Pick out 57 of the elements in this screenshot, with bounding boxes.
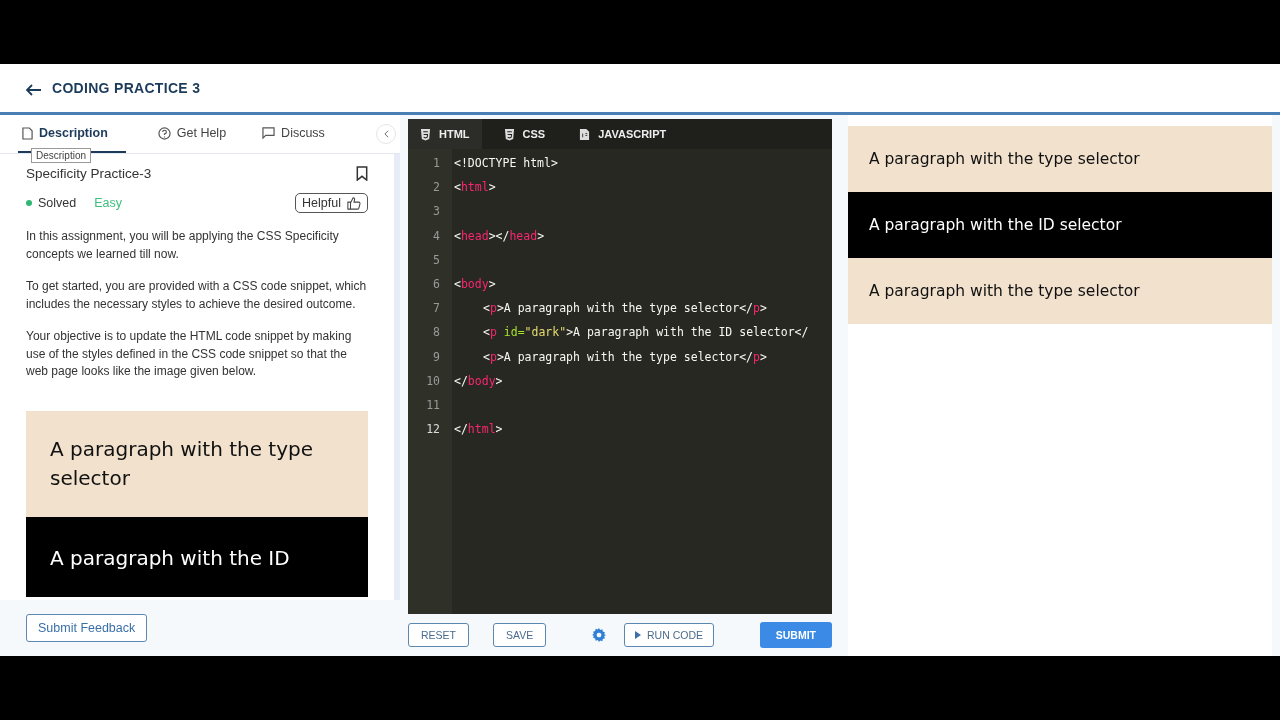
editor-button[interactable]: SAVE [493, 623, 547, 647]
thumbs-up-icon [347, 196, 361, 210]
code-line: <body> [454, 277, 496, 292]
description-paragraph: To get started, you are provided with a CSS code snippet, which includes the necessary styles to achieve the desired outcome. [26, 278, 368, 313]
bookmark-icon[interactable] [356, 166, 368, 181]
line-number: 2 [432, 180, 440, 195]
panel-tab[interactable]: Discuss [258, 115, 329, 153]
description-paragraph: Your objective is to update the HTML code snippet by making use of the styles defined in the CSS code snippet so that the web page looks like the image given below. [26, 328, 353, 380]
line-number: 5 [432, 252, 440, 267]
help-icon [157, 126, 171, 140]
status-label: Solved [38, 196, 77, 210]
submit-feedback-button[interactable]: Submit Feedback [26, 614, 148, 642]
code-line: <p>A paragraph with the type selector</p> [483, 349, 767, 364]
line-number: 6 [432, 277, 440, 292]
line-number: 4 [432, 228, 440, 243]
code-line: </body> [454, 373, 503, 388]
editor-button[interactable]: RESET [408, 623, 469, 647]
run-code-button[interactable]: RUN CODE [624, 623, 714, 647]
language-tab[interactable]: JAVASCRIPT [567, 119, 679, 149]
status-dot [26, 200, 32, 206]
code-line: <p id="dark">A paragraph with the ID selector</ [483, 325, 809, 340]
line-number: 10 [425, 373, 440, 388]
line-number: 7 [432, 301, 440, 316]
page-title: CODING PRACTICE 3 [52, 80, 201, 96]
play-icon [635, 631, 641, 639]
shield-icon [420, 127, 431, 141]
tooltip: Description [31, 148, 92, 163]
problem-title: Specificity Practice-3 [26, 166, 152, 181]
language-tab[interactable]: HTML [408, 119, 482, 149]
preview-paragraph: A paragraph with the type selector [848, 258, 1272, 324]
line-number: 9 [432, 349, 440, 364]
submit-button[interactable]: SUBMIT [759, 622, 832, 648]
preview-paragraph: A paragraph with the ID selector [848, 192, 1272, 258]
settings-icon[interactable] [592, 628, 606, 642]
chat-icon [262, 127, 276, 139]
line-number: 8 [432, 325, 440, 340]
file-icon [579, 127, 591, 141]
description-paragraph: In this assignment, you will be applying the CSS Specificity concepts we learned till now. [26, 228, 340, 263]
back-arrow-icon[interactable] [26, 84, 42, 96]
sample-block: A paragraph with the ID [26, 516, 368, 597]
code-line: <html> [454, 180, 496, 195]
code-line: </html> [454, 422, 503, 437]
document-icon [22, 126, 33, 140]
language-tab[interactable]: CSS [491, 119, 558, 149]
preview-paragraph: A paragraph with the type selector [848, 126, 1272, 192]
line-number: 12 [425, 422, 440, 437]
code-line: <head></head> [454, 228, 545, 243]
line-number: 1 [432, 156, 440, 171]
helpful-button[interactable]: Helpful [295, 193, 368, 213]
code-line: <p>A paragraph with the type selector</p> [483, 301, 767, 316]
line-number: 3 [432, 204, 440, 219]
shield-icon [503, 127, 515, 141]
panel-tab[interactable]: Get Help [153, 115, 231, 153]
sample-block: A paragraph with the type selector [26, 410, 368, 517]
code-line: <!DOCTYPE html> [454, 156, 558, 171]
line-number: 11 [425, 397, 440, 412]
difficulty-label: Easy [94, 196, 123, 210]
